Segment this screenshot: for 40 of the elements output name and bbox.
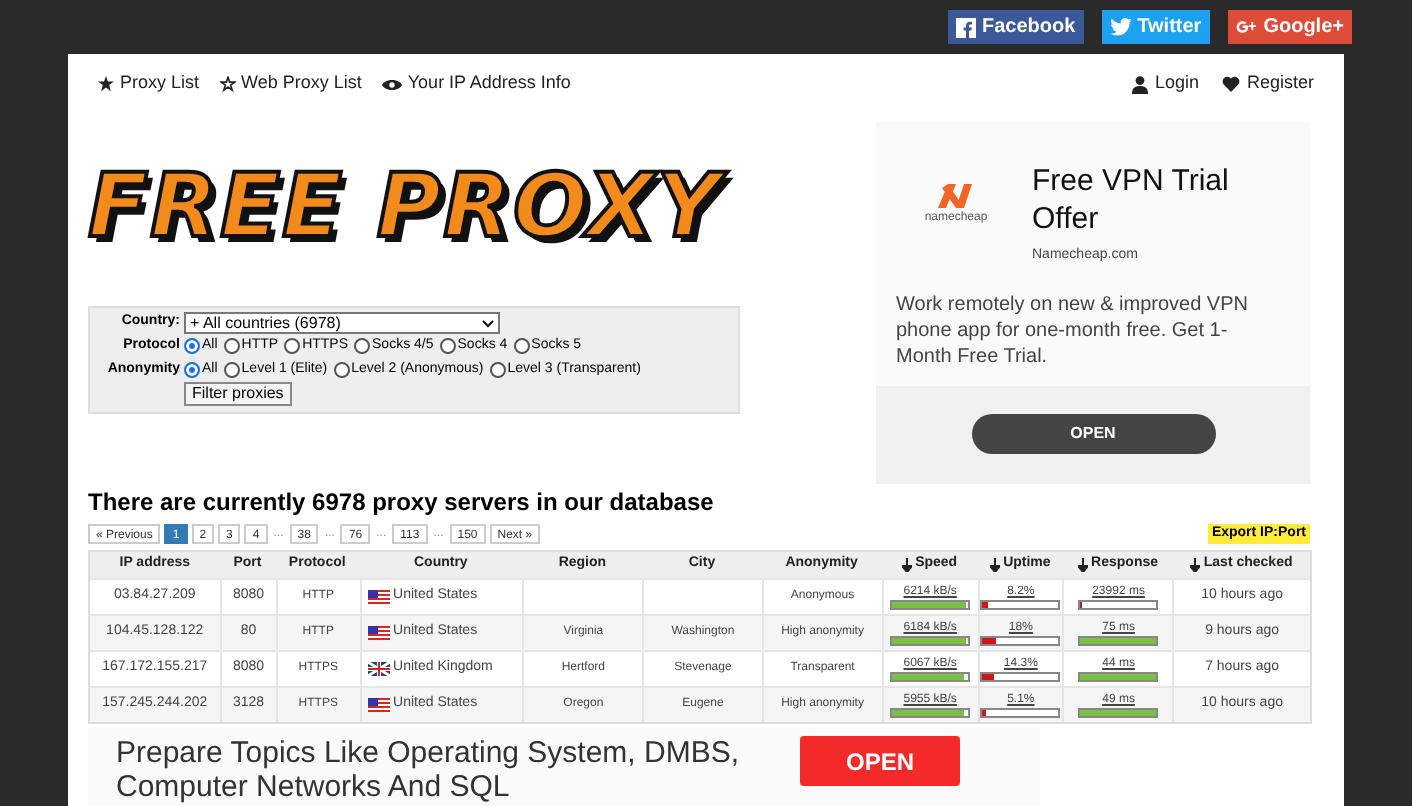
nav-link[interactable]: Your IP Address Info bbox=[381, 70, 571, 98]
arrow-down-icon bbox=[989, 558, 1000, 572]
ad-title: Free VPN Trial Offer bbox=[1032, 162, 1231, 238]
nav-link[interactable]: Register bbox=[1222, 70, 1314, 98]
country-select[interactable]: + All countries (6978) bbox=[184, 312, 500, 334]
nav-link[interactable]: Login bbox=[1132, 70, 1199, 98]
share-button[interactable]: Google+ bbox=[1227, 10, 1352, 44]
radio-button[interactable] bbox=[223, 361, 240, 378]
n-logo-icon bbox=[936, 182, 976, 210]
radio-button[interactable] bbox=[184, 338, 200, 355]
radio-button[interactable] bbox=[513, 338, 530, 355]
chevron-down-icon bbox=[482, 319, 494, 327]
ad-text: Work remotely on new & improved VPN phone app for one-month free. Get 1-Month Free Trial. bbox=[894, 291, 1250, 369]
arrow-down-icon bbox=[901, 558, 912, 572]
eye-icon bbox=[381, 77, 402, 91]
nav-link[interactable]: Web Proxy List bbox=[219, 70, 362, 98]
g-plus-icon bbox=[1235, 18, 1258, 36]
share-button[interactable]: Facebook bbox=[947, 10, 1084, 44]
star-icon bbox=[98, 76, 114, 92]
star-outline-icon bbox=[219, 76, 236, 92]
page-heading: There are currently 6978 proxy servers in our database bbox=[88, 488, 716, 516]
radio-button[interactable] bbox=[223, 338, 240, 355]
arrow-down-icon bbox=[1189, 558, 1200, 572]
f-logo-icon bbox=[955, 17, 976, 37]
nav-link[interactable]: Proxy List bbox=[98, 70, 200, 98]
bird-icon bbox=[1109, 18, 1132, 36]
radio-button[interactable] bbox=[284, 338, 301, 355]
graffiti-logo: FREE PROXY bbox=[88, 164, 723, 252]
radio-button[interactable] bbox=[439, 338, 456, 355]
radio-button[interactable] bbox=[184, 361, 200, 378]
heart-icon bbox=[1222, 76, 1241, 92]
radio-button[interactable] bbox=[333, 361, 350, 378]
radio-button[interactable] bbox=[489, 361, 506, 378]
open-button[interactable]: OPEN bbox=[971, 414, 1215, 455]
ad-text: Prepare Topics Like Operating System, DMBS, Computer Networks And SQL bbox=[116, 736, 742, 804]
arrow-down-icon bbox=[1077, 558, 1088, 572]
radio-button[interactable] bbox=[354, 338, 371, 355]
user-icon bbox=[1132, 75, 1149, 93]
open-button[interactable]: OPEN bbox=[800, 736, 960, 786]
filter-button[interactable]: Filter proxies bbox=[184, 382, 292, 406]
